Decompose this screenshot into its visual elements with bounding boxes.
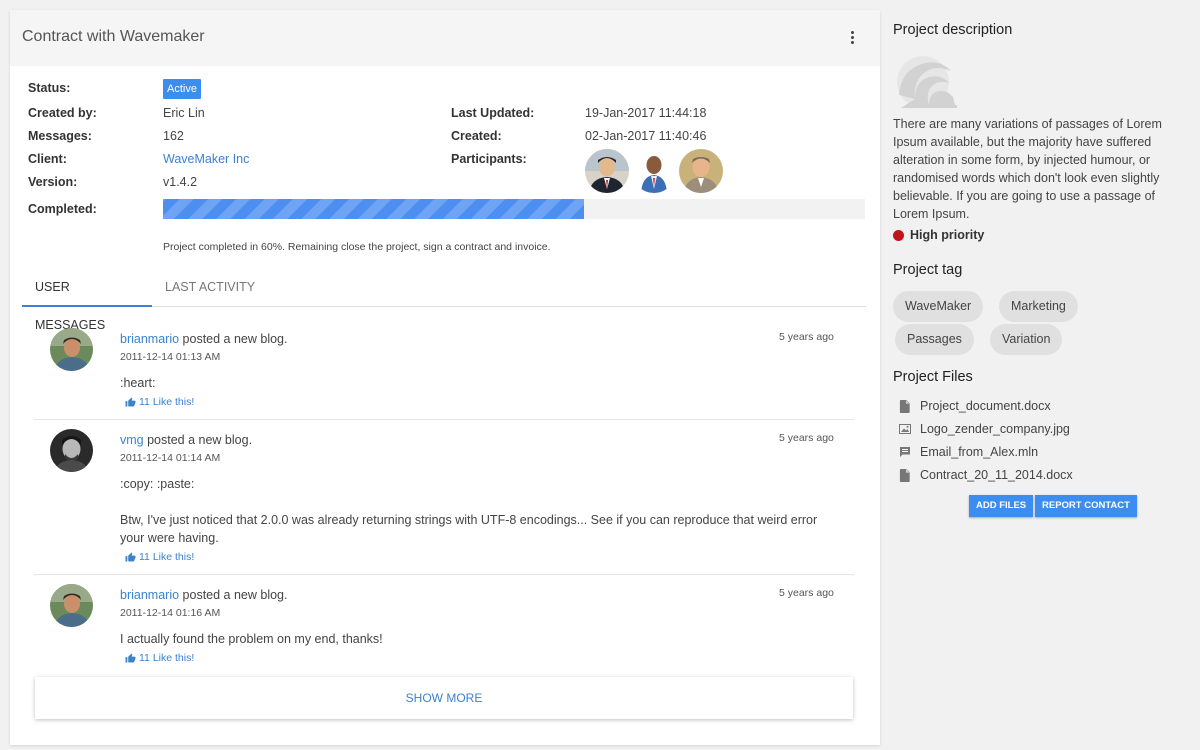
divider [34,574,854,575]
tag-chip[interactable]: Marketing [999,291,1078,322]
status-label: Status: [28,81,71,95]
file-name: Project_document.docx [920,399,1051,413]
version-label: Version: [28,175,78,189]
message-action: posted a new blog. [179,332,288,346]
tab-bar: USER MESSAGES LAST ACTIVITY [22,268,866,332]
like-link[interactable]: 11 Like this! [125,652,194,664]
like-count: 11 Like this! [139,551,195,563]
thumbs-up-icon [125,397,136,407]
avatar[interactable] [50,328,93,371]
thumbs-up-icon [125,653,136,663]
tag-chip[interactable]: WaveMaker [893,291,984,322]
priority-indicator: High priority [893,228,984,242]
tab-user-messages[interactable]: USER MESSAGES [22,268,152,332]
report-contact-button[interactable]: REPORT CONTACT [1035,495,1137,517]
show-more-button[interactable]: SHOW MORE [35,677,853,719]
tag-chip[interactable]: Variation [990,324,1063,355]
message-time-ago: 5 years ago [779,432,834,444]
message-date: 2011-12-14 01:13 AM [120,351,221,363]
wave-logo-icon [893,55,958,108]
thumbs-up-icon [125,552,136,562]
project-description-text: There are many variations of passages of… [893,117,1162,221]
created-label: Created: [451,129,502,143]
message-header: vmg posted a new blog. [120,433,252,447]
project-files-title: Project Files [893,369,973,385]
divider [34,419,854,420]
avatar[interactable] [50,429,93,472]
progress-bar [163,199,865,219]
message-time-ago: 5 years ago [779,587,834,599]
version-value: v1.4.2 [163,175,198,189]
comment-icon [900,447,910,457]
message-user-link[interactable]: brianmario [120,588,179,602]
file-name: Logo_zender_company.jpg [920,422,1070,436]
message-date: 2011-12-14 01:16 AM [120,607,221,619]
last-updated-label: Last Updated: [451,106,535,120]
participant-avatar[interactable] [585,149,629,193]
file-item[interactable]: Contract_20_11_2014.docx [899,468,1073,482]
priority-dot-icon [893,229,904,241]
message-date: 2011-12-14 01:14 AM [120,452,221,464]
file-name: Contract_20_11_2014.docx [920,468,1073,482]
message-action: posted a new blog. [143,433,253,447]
message-body: I actually found the problem on my end, … [120,632,383,646]
message-body: :heart: [120,376,156,390]
image-icon [899,424,911,434]
messages-label: Messages: [28,129,92,143]
message-time-ago: 5 years ago [779,331,834,343]
file-name: Email_from_Alex.mln [920,445,1039,459]
like-count: 11 Like this! [139,396,195,408]
created-value: 02-Jan-2017 11:40:46 [585,129,707,143]
add-files-button[interactable]: ADD FILES [969,495,1034,517]
last-updated-value: 19-Jan-2017 11:44:18 [585,106,707,120]
message-action: posted a new blog. [179,588,288,602]
document-icon [899,399,910,413]
file-item[interactable]: Email_from_Alex.mln [899,445,1038,459]
project-tag-title: Project tag [893,262,963,278]
file-item[interactable]: Logo_zender_company.jpg [899,422,1070,436]
messages-count: 162 [163,129,184,143]
progress-fill [163,199,585,219]
client-label: Client: [28,152,67,166]
message-header: brianmario posted a new blog. [120,588,287,602]
participant-avatar[interactable] [632,149,676,193]
avatar[interactable] [50,584,93,627]
document-icon [899,468,910,482]
created-by-label: Created by: [28,106,97,120]
like-link[interactable]: 11 Like this! [125,396,194,408]
more-options-icon[interactable] [846,28,858,46]
project-description-title: Project description [893,22,1013,38]
completed-label: Completed: [28,202,97,216]
participants-label: Participants: [451,152,527,166]
participant-avatar[interactable] [679,149,723,193]
status-badge: Active [163,79,201,99]
priority-label: High priority [910,228,985,242]
message-user-link[interactable]: brianmario [120,332,179,346]
like-link[interactable]: 11 Like this! [125,551,194,563]
message-body: :copy: :paste: Btw, I've just noticed th… [120,477,818,545]
card-header: Contract with Wavemaker [10,10,880,66]
tab-last-activity[interactable]: LAST ACTIVITY [152,268,268,307]
message-user-link[interactable]: vmg [120,433,144,447]
file-item[interactable]: Project_document.docx [899,399,1051,413]
created-by-value: Eric Lin [163,106,205,120]
progress-note: Project completed in 60%. Remaining clos… [163,241,551,253]
tag-chip[interactable]: Passages [895,324,974,355]
client-link[interactable]: WaveMaker Inc [163,152,249,166]
like-count: 11 Like this! [139,652,195,664]
message-header: brianmario posted a new blog. [120,332,287,346]
card-title: Contract with Wavemaker [22,28,205,45]
